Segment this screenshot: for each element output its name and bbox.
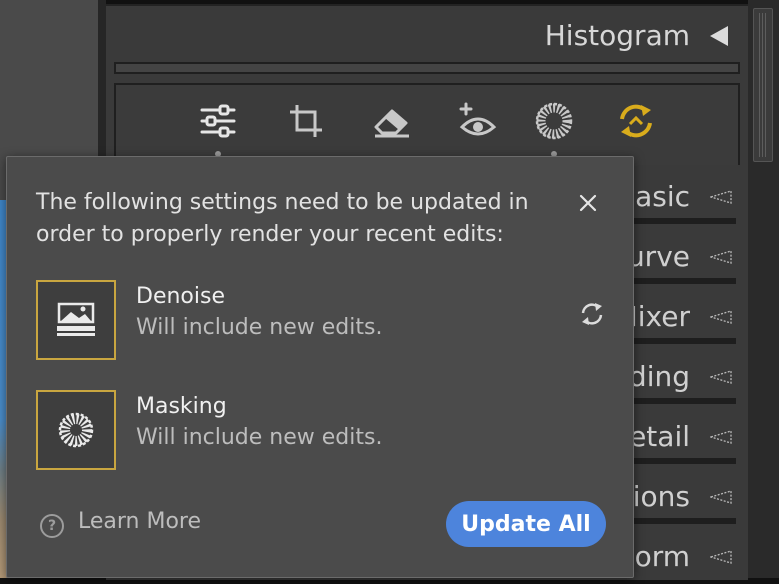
grip-line: [762, 13, 763, 157]
histogram-area: [114, 62, 740, 74]
histogram-title: Histogram: [544, 19, 690, 52]
item-title: Masking: [136, 394, 227, 419]
update-settings-dialog: The following settings need to be update…: [6, 156, 634, 578]
section-toggle-icon[interactable]: [710, 550, 732, 564]
refresh-icon[interactable]: [579, 301, 605, 327]
section-toggle-icon[interactable]: [710, 190, 732, 204]
denoise-icon: [36, 280, 116, 360]
masking-icon: [36, 390, 116, 470]
item-subtitle: Will include new edits.: [136, 315, 383, 340]
section-label: urve: [626, 240, 690, 273]
dialog-message: The following settings need to be update…: [36, 190, 529, 247]
section-toggle-icon[interactable]: [710, 490, 732, 504]
collapse-arrow-icon[interactable]: [710, 26, 728, 46]
scrollbar-thumb[interactable]: [753, 8, 773, 162]
section-label: orm: [634, 540, 690, 573]
sliders-icon[interactable]: [198, 101, 238, 141]
section-label: ding: [628, 360, 690, 393]
crop-icon[interactable]: [286, 101, 326, 141]
section-label: ions: [632, 480, 690, 513]
section-toggle-icon[interactable]: [710, 310, 732, 324]
section-toggle-icon[interactable]: [710, 430, 732, 444]
tool-strip: [114, 83, 740, 165]
eraser-icon[interactable]: [372, 101, 412, 141]
close-icon[interactable]: [574, 189, 602, 217]
grip-line: [765, 13, 766, 157]
learn-more-link[interactable]: Learn More: [78, 509, 201, 534]
section-toggle-icon[interactable]: [710, 250, 732, 264]
red-eye-icon[interactable]: [458, 101, 498, 141]
grip-line: [759, 13, 760, 157]
section-label: etail: [629, 420, 690, 453]
masking-icon[interactable]: [534, 101, 574, 141]
sync-icon[interactable]: [616, 101, 656, 141]
help-icon[interactable]: ?: [40, 514, 64, 538]
section-toggle-icon[interactable]: [710, 370, 732, 384]
item-subtitle: Will include new edits.: [136, 425, 383, 450]
histogram-header[interactable]: Histogram: [106, 18, 734, 58]
item-title: Denoise: [136, 284, 225, 309]
update-all-button[interactable]: Update All: [446, 501, 606, 547]
